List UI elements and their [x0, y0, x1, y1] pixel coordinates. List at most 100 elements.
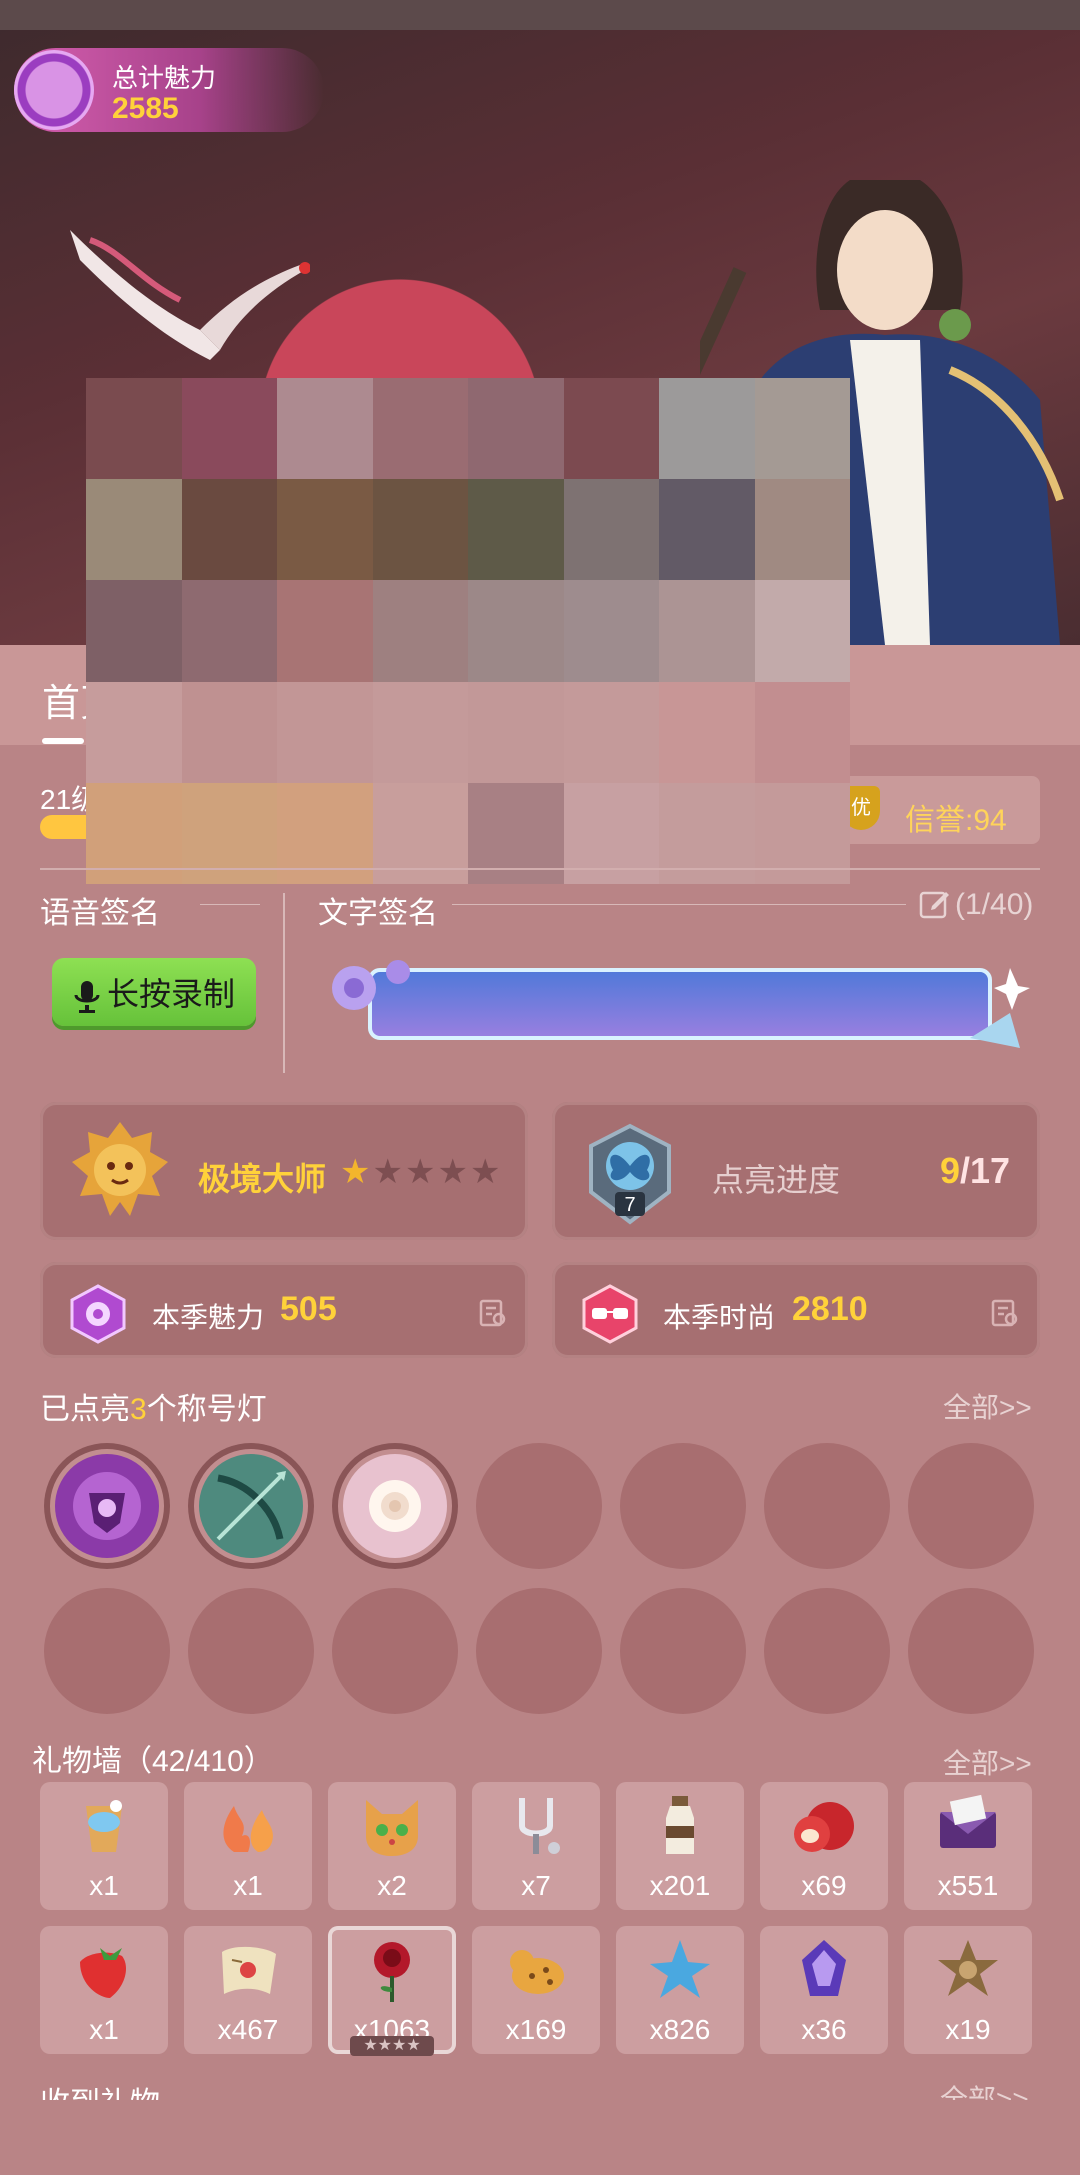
sheriff-star-icon: [938, 1940, 998, 1996]
gift-count: x169: [505, 2014, 567, 2045]
purple-shield-title-icon: [55, 1454, 159, 1558]
gift-item[interactable]: x7: [472, 1782, 600, 1910]
twin-flames-icon: [223, 1806, 273, 1852]
gift-count: x551: [937, 1870, 999, 1901]
divider: [200, 904, 260, 905]
scroll-icon: [222, 1946, 276, 1994]
gift-item[interactable]: x2: [328, 1782, 456, 1910]
gift-count: x69: [801, 1870, 847, 1901]
title-slot-rose[interactable]: [332, 1443, 458, 1569]
title-slot-empty: [908, 1443, 1034, 1569]
credit-score: 信誉:94: [905, 804, 1007, 837]
total-charm-label: 总计魅力: [112, 63, 217, 93]
gift-item-selected[interactable]: x1063 ★★★★: [328, 1926, 456, 2056]
gift-item[interactable]: x467: [184, 1926, 312, 2054]
gift-item[interactable]: x201: [616, 1782, 744, 1910]
signature-char-count: (1/40): [955, 888, 1034, 921]
lion-rank-icon: [72, 1122, 168, 1216]
gift-count: x2: [377, 1870, 407, 1901]
gift-item[interactable]: x1: [40, 1782, 168, 1910]
gift-star-rating: ★★★★: [350, 2036, 434, 2056]
lighting-progress-label: 点亮进度: [712, 1162, 841, 1198]
gift-item[interactable]: x69: [760, 1782, 888, 1910]
lit-titles-heading: 已点亮3个称号灯: [40, 1384, 267, 1428]
voice-signature-title: 语音签名: [40, 897, 160, 930]
text-signature-title: 文字签名: [318, 897, 438, 930]
received-view-all-link[interactable]: 全部>>: [940, 2078, 1029, 2100]
microphone-icon: [74, 980, 100, 1013]
titles-view-all-link[interactable]: 全部>>: [943, 1386, 1032, 1426]
title-slot-empty: [188, 1588, 314, 1714]
gift-item[interactable]: x551: [904, 1782, 1032, 1910]
rank-stars: ★★★★★: [340, 1152, 502, 1192]
gift-item[interactable]: x1: [40, 1926, 168, 2054]
title-slot-shield[interactable]: [44, 1443, 170, 1569]
green-bow-title-icon: [199, 1454, 303, 1558]
title-slot-bow[interactable]: [188, 1443, 314, 1569]
glass-drink-icon: [86, 1800, 122, 1852]
star-icon: ★: [437, 1153, 470, 1191]
crane-illustration: [70, 230, 310, 360]
gift-count: x1: [233, 1870, 263, 1901]
gift-item[interactable]: x826: [616, 1926, 744, 2054]
title-slot-empty: [908, 1588, 1034, 1714]
milk-bottle-icon: [666, 1796, 694, 1854]
crystal-icon: [802, 1940, 846, 1996]
rose-icon: [374, 1942, 410, 2002]
divider: [452, 904, 906, 905]
title-slot-empty: [764, 1588, 890, 1714]
season-fashion-value: 2810: [792, 1290, 868, 1328]
envelope-icon: [940, 1794, 996, 1848]
star-icon: ★: [372, 1153, 405, 1191]
apple-icon: [794, 1802, 854, 1852]
gift-count: x7: [521, 1870, 551, 1901]
season-charm-value: 505: [280, 1290, 337, 1328]
title-slot-empty: [332, 1588, 458, 1714]
gift-wall-title: 礼物墙（42/410）: [32, 1745, 274, 1778]
gift-count: x1: [89, 2014, 119, 2045]
rose-hexagon-icon: [70, 1284, 126, 1344]
lighting-progress-value: 9/17: [940, 1150, 1010, 1192]
active-tab-indicator: [42, 738, 84, 744]
detail-list-icon[interactable]: [990, 1298, 1020, 1328]
gift-count: x36: [801, 2014, 847, 2045]
record-voice-button[interactable]: 长按录制: [52, 958, 256, 1026]
progress-current: 9: [940, 1150, 961, 1191]
title-slot-empty: [476, 1443, 602, 1569]
badge-level: 7: [624, 1194, 635, 1216]
gift-item[interactable]: x19: [904, 1926, 1032, 2054]
edit-icon[interactable]: [918, 888, 950, 920]
gift-count: x467: [217, 2014, 279, 2045]
title-slot-empty: [44, 1588, 170, 1714]
butterfly-badge-icon: 7: [589, 1123, 671, 1225]
detail-list-icon[interactable]: [478, 1298, 508, 1328]
gift-wall-view-all-link[interactable]: 全部>>: [943, 1742, 1032, 1782]
cat-face-icon: [366, 1800, 418, 1856]
divider: [40, 868, 1040, 870]
season-fashion-label: 本季时尚: [663, 1302, 776, 1333]
lit-titles-count: 3: [130, 1393, 147, 1426]
text-signature-box[interactable]: [330, 958, 1030, 1050]
progress-total: /17: [960, 1150, 1011, 1191]
gift-item[interactable]: x169: [472, 1926, 600, 2054]
star-icon: ★: [469, 1153, 503, 1191]
mosaic-censor-overlay: [86, 378, 850, 884]
sunglasses-hexagon-icon: [582, 1284, 638, 1344]
status-bar: [0, 0, 1080, 30]
title-slot-empty: [764, 1443, 890, 1569]
gift-item[interactable]: x36: [760, 1926, 888, 2054]
star-icon: ★: [404, 1153, 438, 1191]
season-charm-label: 本季魅力: [152, 1302, 265, 1333]
gift-item[interactable]: x1: [184, 1782, 312, 1910]
leopard-icon: [510, 1950, 564, 1994]
white-rose-title-icon: [343, 1454, 447, 1558]
gift-count: x1: [89, 1870, 119, 1901]
total-charm-value: 2585: [112, 92, 179, 125]
gift-count: x19: [945, 2014, 991, 2045]
gift-count: x826: [649, 2014, 711, 2045]
star-icon: ★: [340, 1153, 373, 1191]
title-slot-empty: [476, 1588, 602, 1714]
tuning-fork-icon: [519, 1798, 560, 1854]
vertical-divider: [283, 893, 285, 1073]
lit-titles-suffix: 个称号灯: [146, 1393, 267, 1426]
